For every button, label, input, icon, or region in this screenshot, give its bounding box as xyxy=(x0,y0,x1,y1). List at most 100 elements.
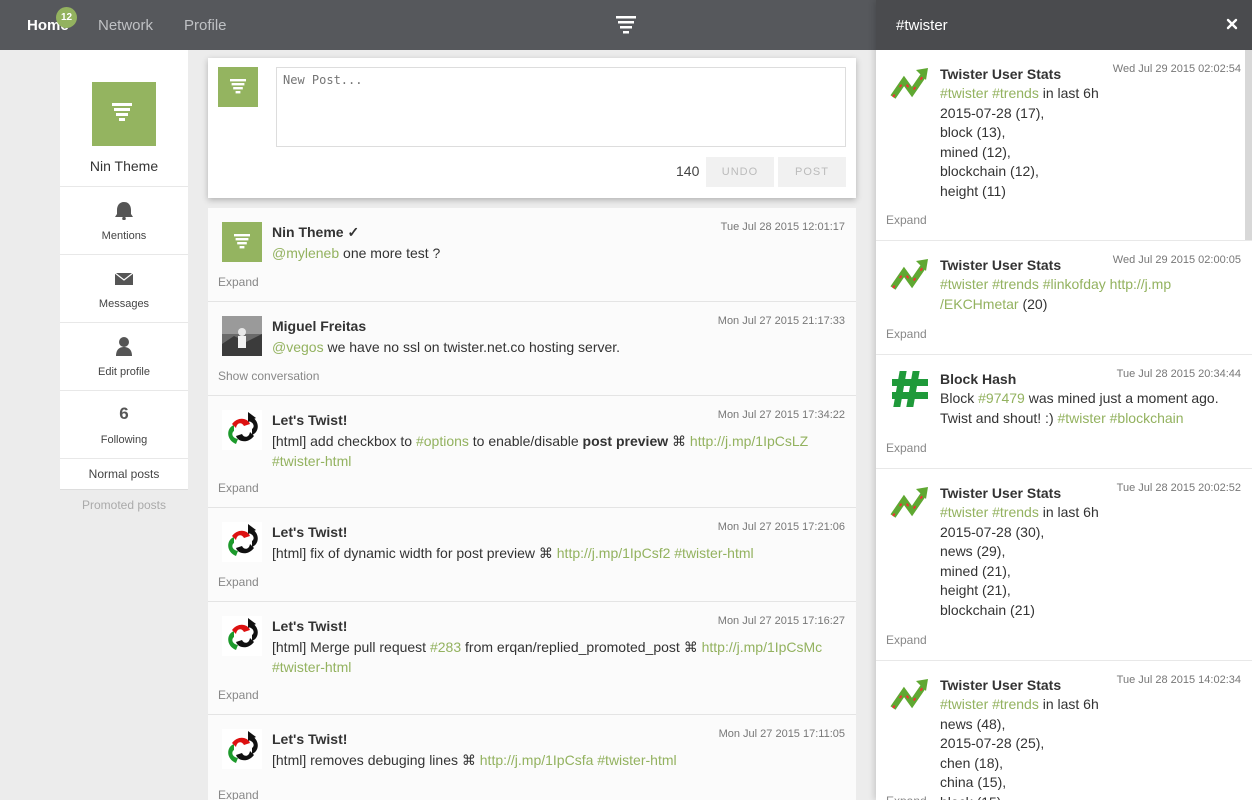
hashtag-link[interactable]: #linkofday xyxy=(1043,276,1106,292)
link[interactable]: http://j.mp/1IpCsf2 xyxy=(557,545,671,561)
post-item[interactable]: Let's Twist! Mon Jul 27 2015 17:11:05 [htm… xyxy=(208,715,856,800)
post-author[interactable]: Let's Twist! xyxy=(272,524,347,540)
hashtag-link[interactable]: #trends xyxy=(992,85,1039,101)
mention-link[interactable]: @myleneb xyxy=(272,245,339,261)
post-author[interactable]: Twister User Stats xyxy=(940,677,1061,693)
post-item[interactable]: Twister User Stats Wed Jul 29 2015 02:02:… xyxy=(876,50,1252,241)
promoted-posts-tab[interactable]: Promoted posts xyxy=(60,489,188,520)
hashtag-link[interactable]: #twister xyxy=(940,504,988,520)
hashtag-link[interactable]: #trends xyxy=(992,696,1039,712)
sidebar-item-mentions[interactable]: Mentions xyxy=(60,187,188,255)
photo-avatar[interactable] xyxy=(222,316,262,356)
link[interactable]: http://j.mp/1IpCsfa xyxy=(480,752,594,768)
new-post-input[interactable] xyxy=(276,67,846,147)
post-item[interactable]: Twister User Stats Tue Jul 28 2015 20:02:… xyxy=(876,469,1252,661)
post-author[interactable]: Miguel Freitas xyxy=(272,318,366,334)
trend-arrow-avatar[interactable] xyxy=(890,675,930,715)
post-text: block (15), xyxy=(940,794,1005,800)
nav-network[interactable]: Network xyxy=(98,0,153,50)
hashtag-link[interactable]: #trends xyxy=(992,276,1039,292)
post-item[interactable]: Block Hash Tue Jul 28 2015 20:34:44 Block … xyxy=(876,355,1252,469)
show-conversation-link[interactable]: Show conversation xyxy=(218,369,319,383)
expand-link[interactable]: Expand xyxy=(886,213,927,227)
hashtag-link[interactable]: #twister-html xyxy=(272,659,351,675)
letstwist-avatar[interactable] xyxy=(222,410,262,450)
post-timestamp[interactable]: Mon Jul 27 2015 17:34:22 xyxy=(718,409,845,421)
scrollbar[interactable] xyxy=(1245,50,1252,240)
hashtag-link[interactable]: #twister xyxy=(940,696,988,712)
hashtag-link[interactable]: #twister xyxy=(1058,410,1106,426)
post-author[interactable]: Block Hash xyxy=(940,371,1016,387)
nin-theme-avatar[interactable] xyxy=(222,222,262,262)
post-timestamp[interactable]: Mon Jul 27 2015 21:17:33 xyxy=(718,315,845,327)
sidebar-item-edit-profile[interactable]: Edit profile xyxy=(60,323,188,391)
twister-logo-icon[interactable] xyxy=(616,15,636,35)
hashtag-link[interactable]: #97479 xyxy=(978,390,1025,406)
expand-link[interactable]: Expand xyxy=(886,633,927,647)
hashtag-link[interactable]: #trends xyxy=(992,504,1039,520)
hashtag-link[interactable]: #blockchain xyxy=(1110,410,1184,426)
post-timestamp[interactable]: Mon Jul 27 2015 17:16:27 xyxy=(718,615,845,627)
hashtag-link[interactable]: #283 xyxy=(430,639,461,655)
normal-posts-tab[interactable]: Normal posts xyxy=(60,459,188,489)
link[interactable]: http://j.mp/1IpCsLZ xyxy=(690,433,808,449)
post-item[interactable]: Let's Twist! Mon Jul 27 2015 17:21:06 [htm… xyxy=(208,508,856,602)
post-timestamp[interactable]: Wed Jul 29 2015 02:02:54 xyxy=(1113,63,1241,75)
expand-link[interactable]: Expand xyxy=(218,275,259,289)
post-author[interactable]: Nin Theme ✓ xyxy=(272,224,359,241)
hashtag-link[interactable]: #twister-html xyxy=(674,545,753,561)
post-author[interactable]: Twister User Stats xyxy=(940,257,1061,273)
trend-arrow-avatar[interactable] xyxy=(890,64,930,104)
post-item[interactable]: Twister User Stats Tue Jul 28 2015 14:02:… xyxy=(876,661,1252,800)
sidebar-item-messages[interactable]: Messages xyxy=(60,255,188,323)
post-item[interactable]: Twister User Stats Wed Jul 29 2015 02:00:… xyxy=(876,241,1252,355)
post-author[interactable]: Let's Twist! xyxy=(272,412,347,428)
hashtag-link[interactable]: #twister-html xyxy=(272,453,351,469)
sidebar-item-following[interactable]: 6 Following xyxy=(60,391,188,459)
expand-link[interactable]: Expand xyxy=(218,481,259,495)
post-timestamp[interactable]: Tue Jul 28 2015 14:02:34 xyxy=(1117,674,1241,686)
post-timestamp[interactable]: Tue Jul 28 2015 20:02:52 xyxy=(1117,482,1241,494)
post-item[interactable]: Nin Theme ✓ Tue Jul 28 2015 12:01:17 @myle… xyxy=(208,208,856,302)
nav-profile[interactable]: Profile xyxy=(184,0,227,50)
trend-arrow-avatar[interactable] xyxy=(890,255,930,295)
hashtag-link[interactable]: #twister xyxy=(940,85,988,101)
trend-arrow-avatar[interactable] xyxy=(890,483,930,523)
link[interactable]: http://j.mp/1IpCsMc xyxy=(702,639,823,655)
expand-link[interactable]: Expand xyxy=(886,441,927,455)
mention-link[interactable]: @vegos xyxy=(272,339,324,355)
link[interactable]: http://j.mp xyxy=(1110,276,1171,292)
letstwist-avatar[interactable] xyxy=(222,616,262,656)
post-timestamp[interactable]: Mon Jul 27 2015 17:21:06 xyxy=(718,521,845,533)
post-text: to enable/disable xyxy=(468,433,583,449)
hashtag-link[interactable]: #options xyxy=(416,433,469,449)
post-text: chen (18), xyxy=(940,754,1004,771)
post-item[interactable]: Let's Twist! Mon Jul 27 2015 17:16:27 [htm… xyxy=(208,602,856,715)
post-author[interactable]: Let's Twist! xyxy=(272,731,347,747)
hashtag-link[interactable]: #twister-html xyxy=(597,752,676,768)
hashtag-link[interactable]: #twister xyxy=(940,276,988,292)
post-timestamp[interactable]: Tue Jul 28 2015 20:34:44 xyxy=(1117,368,1241,380)
expand-link[interactable]: Expand xyxy=(218,788,259,800)
post-author[interactable]: Twister User Stats xyxy=(940,66,1061,82)
close-icon[interactable] xyxy=(1224,16,1240,32)
post-item[interactable]: Let's Twist! Mon Jul 27 2015 17:34:22 [htm… xyxy=(208,396,856,508)
expand-link[interactable]: Expand xyxy=(886,794,927,800)
letstwist-avatar[interactable] xyxy=(222,729,262,769)
post-timestamp[interactable]: Tue Jul 28 2015 12:01:17 xyxy=(721,221,845,233)
undo-button[interactable]: UNDO xyxy=(706,157,774,187)
profile-avatar[interactable] xyxy=(92,82,156,146)
link[interactable]: /EKCHmetar xyxy=(940,296,1019,312)
post-button[interactable]: POST xyxy=(778,157,846,187)
profile-name[interactable]: Nin Theme xyxy=(60,158,188,174)
expand-link[interactable]: Expand xyxy=(218,575,259,589)
post-timestamp[interactable]: Wed Jul 29 2015 02:00:05 xyxy=(1113,254,1241,266)
expand-link[interactable]: Expand xyxy=(886,327,927,341)
post-timestamp[interactable]: Mon Jul 27 2015 17:11:05 xyxy=(719,728,845,740)
post-item[interactable]: Miguel Freitas Mon Jul 27 2015 21:17:33 @v… xyxy=(208,302,856,396)
post-author[interactable]: Twister User Stats xyxy=(940,485,1061,501)
expand-link[interactable]: Expand xyxy=(218,688,259,702)
hash-avatar[interactable] xyxy=(890,369,930,409)
letstwist-avatar[interactable] xyxy=(222,522,262,562)
post-author[interactable]: Let's Twist! xyxy=(272,618,347,634)
